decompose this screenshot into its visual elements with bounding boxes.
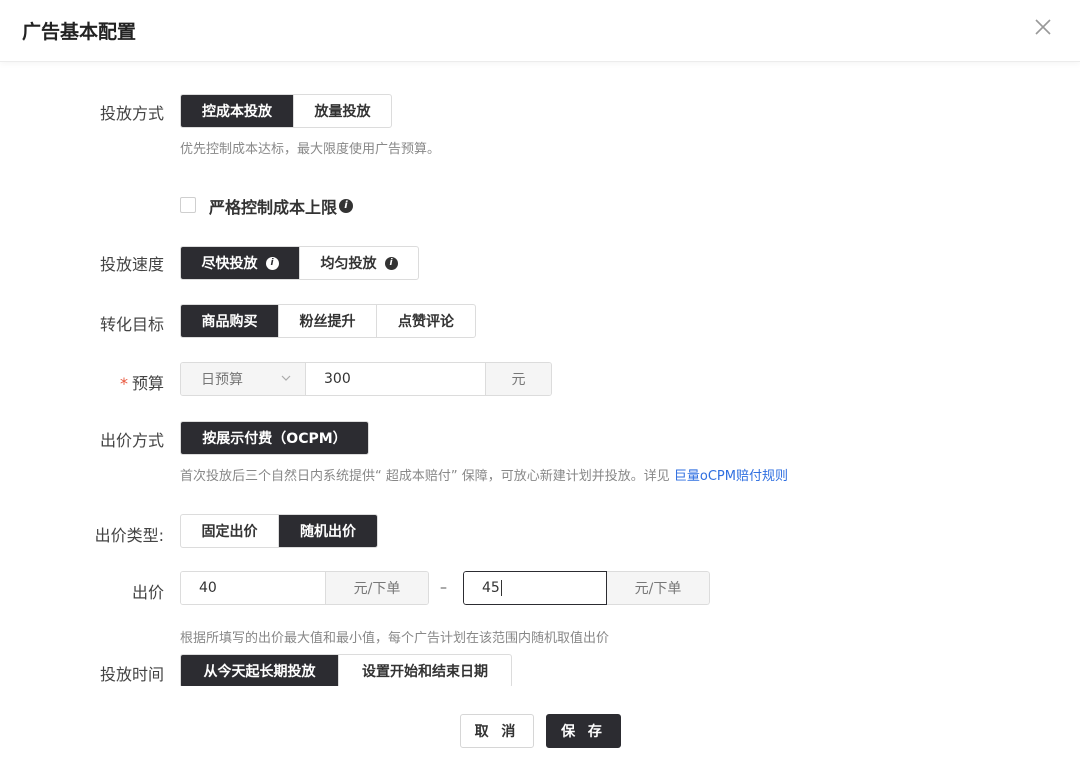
schedule-selector: 从今天起长期投放 设置开始和结束日期 [180, 654, 512, 688]
delivery-mode-label: 投放方式 [99, 104, 164, 123]
budget-unit: 元 [486, 363, 551, 395]
bid-min-input[interactable]: 40 [181, 572, 325, 604]
bid-type-selector: 固定出价 随机出价 [180, 514, 378, 548]
close-icon[interactable] [1032, 16, 1054, 38]
required-star: * [119, 374, 128, 393]
delivery-mode-selector: 控成本投放 放量投放 [180, 94, 392, 128]
modal-footer [0, 686, 1080, 775]
delivery-speed-label: 投放速度 [99, 255, 164, 274]
bid-min-group: 40 元/下单 [180, 571, 429, 605]
bid-max-input[interactable]: 45 [463, 571, 607, 605]
delivery-speed-option-even-label: 均匀投放 [320, 256, 377, 272]
conversion-goal-selector: 商品购买 粉丝提升 点赞评论 [180, 304, 476, 338]
schedule-option-long-term[interactable]: 从今天起长期投放 [181, 655, 339, 687]
bid-method-hint-text: 首次投放后三个自然日内系统提供“ 超成本赔付” 保障，可放心新建计划并投放。详见 [180, 469, 674, 484]
budget-amount-input[interactable]: 300 [306, 363, 486, 395]
bid-min-unit: 元/下单 [325, 572, 428, 604]
save-button[interactable]: 保 存 [546, 714, 621, 748]
delivery-mode-option-cost-control[interactable]: 控成本投放 [181, 95, 294, 127]
delivery-speed-selector: 尽快投放 i 均匀投放 i [180, 246, 419, 280]
cancel-button[interactable]: 取 消 [460, 714, 534, 748]
delivery-mode-hint: 优先控制成本达标，最大限度使用广告预算。 [180, 142, 441, 157]
info-icon[interactable]: i [265, 256, 279, 270]
bid-method-option-ocpm[interactable]: 按展示付费（OCPM） [181, 422, 368, 454]
text-caret [500, 580, 502, 596]
conversion-goal-option-fans[interactable]: 粉丝提升 [279, 305, 377, 337]
strict-cost-label: 严格控制成本上限 i [209, 194, 354, 218]
modal-header: 广告基本配置 [0, 0, 1080, 62]
strict-cost-checkbox[interactable] [180, 197, 196, 213]
conversion-goal-option-purchase[interactable]: 商品购买 [181, 305, 279, 337]
strict-cost-label-text: 严格控制成本上限 [209, 198, 338, 217]
bid-max-unit: 元/下单 [607, 571, 710, 605]
conversion-goal-label: 转化目标 [99, 315, 164, 334]
bid-method-selector: 按展示付费（OCPM） [180, 421, 369, 455]
bid-label: 出价 [131, 583, 164, 602]
schedule-option-date-range[interactable]: 设置开始和结束日期 [339, 655, 511, 687]
delivery-speed-option-fast[interactable]: 尽快投放 i [181, 247, 300, 279]
bid-max-group: 45 元/下单 [463, 571, 710, 605]
budget-label-text: 预算 [131, 374, 164, 393]
bid-type-option-fixed[interactable]: 固定出价 [181, 515, 279, 547]
bid-hint: 根据所填写的出价最大值和最小值，每个广告计划在该范围内随机取值出价 [180, 631, 610, 646]
conversion-goal-option-likes[interactable]: 点赞评论 [377, 305, 475, 337]
budget-type-select[interactable]: 日预算 [181, 363, 306, 395]
delivery-mode-option-volume[interactable]: 放量投放 [294, 95, 391, 127]
bid-type-option-random[interactable]: 随机出价 [279, 515, 377, 547]
ocpm-rules-link[interactable]: 巨量oCPM赔付规则 [674, 469, 788, 484]
schedule-label: 投放时间 [99, 665, 164, 684]
budget-type-value: 日预算 [201, 372, 243, 388]
bid-range-separator: – [440, 580, 447, 596]
budget-label: * 预算 [44, 370, 164, 394]
modal-title: 广告基本配置 [22, 21, 137, 43]
delivery-speed-option-even[interactable]: 均匀投放 i [300, 247, 418, 279]
bid-type-label: 出价类型: [94, 526, 164, 545]
bid-method-label: 出价方式 [99, 431, 164, 450]
delivery-speed-option-fast-label: 尽快投放 [201, 256, 258, 272]
bid-method-hint: 首次投放后三个自然日内系统提供“ 超成本赔付” 保障，可放心新建计划并投放。详见… [180, 465, 788, 484]
info-icon[interactable]: i [339, 199, 354, 213]
chevron-down-icon [281, 375, 291, 381]
bid-max-value: 45 [482, 580, 500, 596]
budget-field-group: 日预算 300 元 [180, 362, 552, 396]
info-icon[interactable]: i [384, 256, 398, 270]
